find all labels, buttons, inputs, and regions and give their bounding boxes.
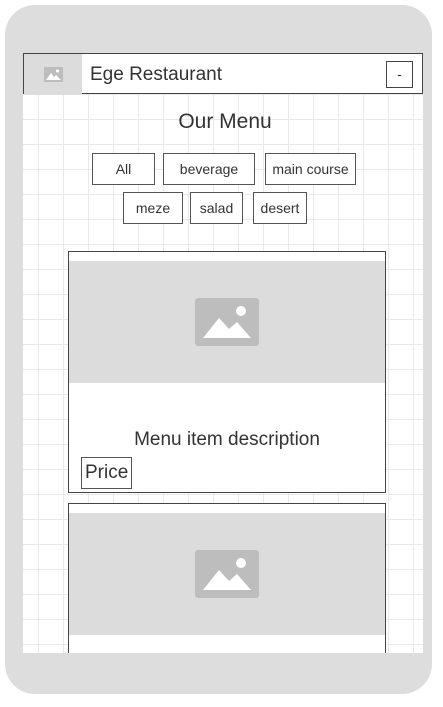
filter-main-course-button[interactable]: main course bbox=[265, 153, 356, 185]
filter-all-button[interactable]: All bbox=[92, 153, 155, 185]
image-placeholder-icon bbox=[195, 550, 259, 598]
filter-beverage-button[interactable]: beverage bbox=[163, 153, 255, 185]
phone-frame: Ege Restaurant - Our Menu All beverage m… bbox=[5, 5, 432, 694]
menu-item-price: Price bbox=[81, 457, 133, 489]
logo-placeholder[interactable] bbox=[24, 54, 82, 95]
menu-item-card[interactable] bbox=[68, 503, 386, 653]
page-title: Our Menu bbox=[178, 110, 272, 133]
navbar: Ege Restaurant - bbox=[23, 53, 423, 95]
app-screen: Ege Restaurant - Our Menu All beverage m… bbox=[23, 53, 423, 653]
menu-item-image bbox=[69, 513, 385, 635]
menu-toggle-button[interactable]: - bbox=[386, 61, 413, 88]
menu-item-image bbox=[69, 261, 385, 383]
filter-salad-button[interactable]: salad bbox=[190, 192, 243, 224]
filter-desert-button[interactable]: desert bbox=[253, 192, 307, 224]
image-placeholder-icon bbox=[44, 67, 63, 82]
menu-item-description: Menu item description bbox=[134, 429, 320, 450]
brand-name[interactable]: Ege Restaurant bbox=[90, 64, 222, 86]
image-placeholder-icon bbox=[195, 298, 259, 346]
filter-meze-button[interactable]: meze bbox=[123, 192, 183, 224]
menu-item-card[interactable]: Menu item description Price bbox=[68, 251, 386, 493]
